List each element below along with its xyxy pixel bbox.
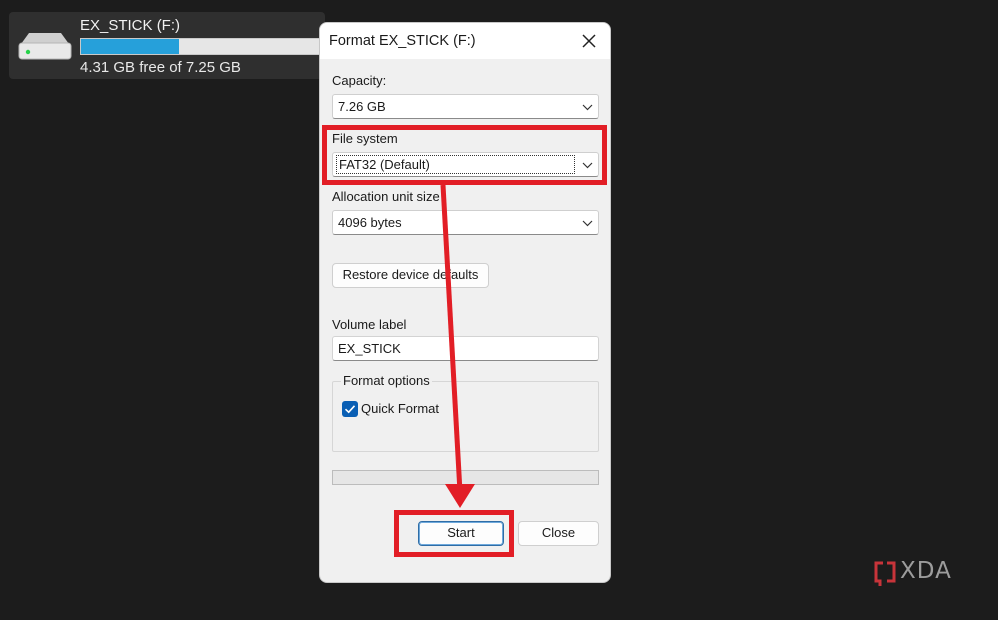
allocation-unit-select[interactable]: 4096 bytes [332,210,599,235]
drive-icon [18,33,72,60]
quick-format-checkbox[interactable] [342,401,358,417]
allocation-unit-value: 4096 bytes [338,215,402,230]
quick-format-label[interactable]: Quick Format [361,401,439,416]
volume-label-value: EX_STICK [338,341,401,356]
drive-tile[interactable]: EX_STICK (F:) 4.31 GB free of 7.25 GB [9,12,325,79]
watermark-text: XDA [900,558,952,584]
file-system-highlight [322,125,607,185]
close-icon[interactable] [577,29,601,53]
drive-usage-fill [81,39,179,54]
volume-label-title: Volume label [332,317,407,332]
close-button[interactable]: Close [518,521,599,546]
start-button-highlight [394,510,514,557]
format-options-title: Format options [341,373,432,388]
chevron-down-icon [582,104,593,111]
capacity-value: 7.26 GB [338,99,386,114]
restore-defaults-button[interactable]: Restore device defaults [332,263,489,288]
drive-free-space: 4.31 GB free of 7.25 GB [80,59,241,76]
format-progress-bar [332,470,599,485]
drive-name: EX_STICK (F:) [80,17,181,34]
volume-label-input[interactable]: EX_STICK [332,336,599,361]
capacity-select[interactable]: 7.26 GB [332,94,599,119]
drive-usage-bar [80,38,320,55]
checkmark-icon [344,405,356,414]
capacity-label: Capacity: [332,73,387,88]
chevron-down-icon [582,220,593,227]
dialog-titlebar: Format EX_STICK (F:) [320,23,610,59]
allocation-unit-label: Allocation unit size [332,189,440,204]
xda-watermark: XDA [873,558,967,586]
format-options-group: Format options Quick Format [332,373,599,452]
dialog-title: Format EX_STICK (F:) [329,33,476,49]
xda-logo-icon [874,561,896,586]
format-dialog: Format EX_STICK (F:) Capacity: 7.26 GB F… [319,22,611,583]
